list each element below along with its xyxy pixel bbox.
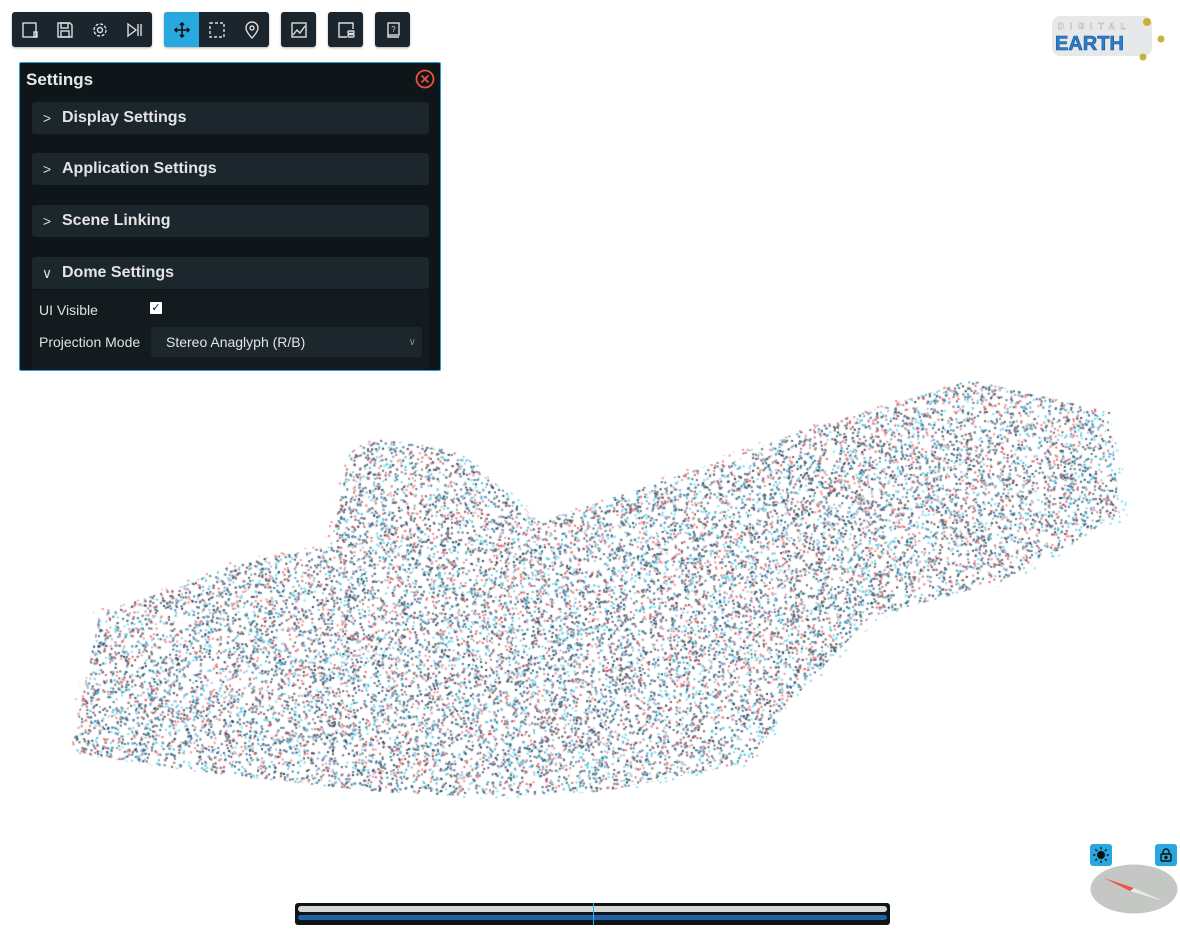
sun-icon — [1093, 847, 1109, 863]
timeline-slider[interactable] — [295, 903, 890, 925]
settings-title: Settings — [26, 70, 94, 89]
section-label: Dome Settings — [62, 264, 175, 281]
selection-box-icon — [208, 21, 225, 38]
section-scene-linking[interactable]: > Scene Linking — [32, 205, 429, 237]
chart-button[interactable] — [281, 12, 316, 47]
layers-button[interactable] — [328, 12, 363, 47]
digital-earth-logo: DIGITAL EARTH — [1052, 16, 1165, 61]
tool-toolbar-group — [164, 12, 269, 47]
chevron-right-icon: > — [42, 213, 52, 229]
section-label: Scene Linking — [62, 212, 171, 229]
gear-icon — [92, 22, 107, 37]
move-icon — [173, 21, 190, 38]
chevron-right-icon: > — [42, 161, 52, 177]
chevron-down-icon: ∨ — [41, 264, 53, 281]
section-display-settings[interactable]: > Display Settings — [32, 102, 429, 134]
svg-text:?: ? — [391, 25, 396, 34]
projection-mode-label: Projection Mode — [39, 334, 141, 350]
chart-toolbar-group — [281, 12, 316, 47]
ui-visible-checkbox[interactable]: ✓ — [150, 302, 162, 314]
location-pin-icon — [244, 20, 259, 39]
compass[interactable] — [1090, 864, 1178, 914]
help-toolbar-group: ? — [375, 12, 410, 47]
chevron-down-icon: ∨ — [408, 336, 416, 348]
section-label: Application Settings — [62, 160, 217, 177]
lock-icon — [1160, 848, 1172, 862]
save-button[interactable] — [47, 12, 82, 47]
lock-button[interactable] — [1155, 844, 1177, 866]
play-pause-icon — [126, 22, 142, 37]
section-application-settings[interactable]: > Application Settings — [32, 153, 429, 185]
layers-toolbar-group — [328, 12, 363, 47]
svg-text:DIGITAL: DIGITAL — [1058, 22, 1131, 31]
timeline-cursor[interactable] — [592, 903, 594, 925]
help-book-icon: ? — [386, 21, 400, 38]
svg-text:EARTH: EARTH — [1055, 33, 1124, 55]
play-pause-button[interactable] — [117, 12, 152, 47]
lighting-button[interactable] — [1090, 844, 1112, 866]
location-tool-button[interactable] — [234, 12, 269, 47]
help-button[interactable]: ? — [375, 12, 410, 47]
file-toolbar-group — [12, 12, 152, 47]
save-icon — [56, 21, 73, 38]
dome-settings-body: UI Visible ✓ Projection Mode Stereo Anag… — [32, 290, 429, 370]
new-button[interactable] — [12, 12, 47, 47]
layers-panel-icon — [337, 21, 355, 38]
settings-panel: Settings > Display Settings > Application … — [19, 62, 441, 371]
projection-mode-select[interactable]: Stereo Anaglyph (R/B) ∨ — [151, 327, 422, 357]
move-tool-button[interactable] — [164, 12, 199, 47]
ui-visible-label: UI Visible — [39, 302, 98, 318]
projection-mode-value: Stereo Anaglyph (R/B) — [166, 334, 306, 350]
chevron-right-icon: > — [42, 110, 52, 126]
section-label: Display Settings — [62, 109, 187, 126]
selection-tool-button[interactable] — [199, 12, 234, 47]
section-dome-settings[interactable]: ∨ Dome Settings — [32, 257, 429, 289]
close-icon[interactable] — [415, 69, 435, 89]
new-file-icon — [21, 21, 38, 38]
settings-button[interactable] — [82, 12, 117, 47]
chart-icon — [290, 21, 307, 38]
